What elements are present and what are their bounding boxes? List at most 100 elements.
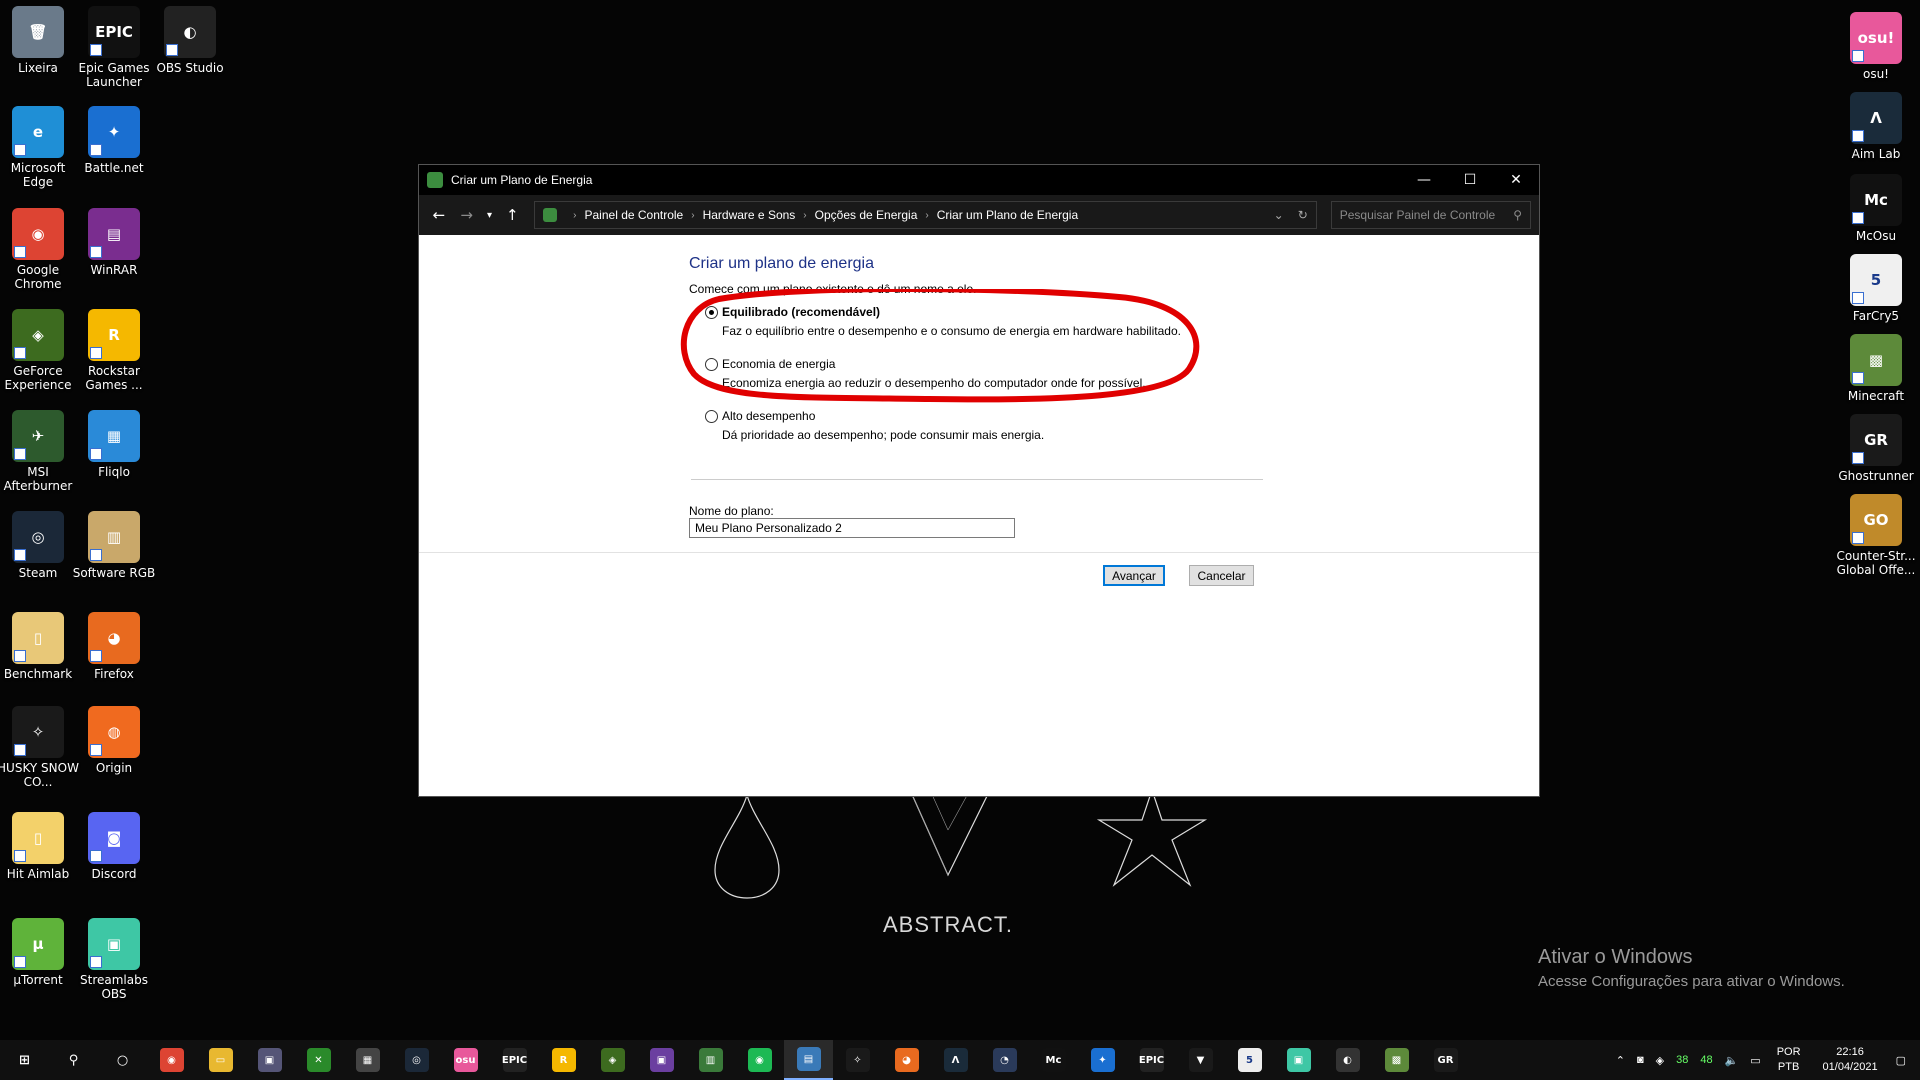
taskbar-photos-button[interactable]: ▣	[245, 1040, 294, 1080]
desktop-icon-streamlabs-obs[interactable]: ▣ Streamlabs OBS	[70, 918, 158, 1001]
breadcrumb-hardware-e-sons[interactable]: Hardware e Sons	[703, 208, 796, 222]
shortcut-arrow-icon	[14, 246, 26, 258]
gpu-temp-readout[interactable]: 38	[1676, 1054, 1688, 1066]
desktop-icon-battle-net[interactable]: ✦ Battle.net	[70, 106, 158, 175]
desktop-icon-firefox[interactable]: ◕ Firefox	[70, 612, 158, 681]
close-icon[interactable]: ✕	[1493, 165, 1539, 195]
desktop-icon-label: Minecraft	[1847, 389, 1905, 403]
taskbar-app-dial-button[interactable]: ◔	[980, 1040, 1029, 1080]
refresh-icon[interactable]: ↻	[1298, 208, 1308, 222]
taskbar-app-green-button[interactable]: ▥	[686, 1040, 735, 1080]
taskbar-razer-button[interactable]: ▼	[1176, 1040, 1225, 1080]
taskbar-farcry5-button[interactable]: 5	[1225, 1040, 1274, 1080]
desktop-icon-label: Origin	[95, 761, 133, 775]
option-description: Dá prioridade ao desempenho; pode consum…	[722, 428, 1045, 442]
msi-afterburner-icon: ✈	[12, 410, 64, 462]
taskbar-streamlabs-button[interactable]: ▣	[1274, 1040, 1323, 1080]
shortcut-arrow-icon	[90, 44, 102, 56]
taskbar-rockstar-button[interactable]: R	[539, 1040, 588, 1080]
up-arrow-icon[interactable]: ↑	[500, 203, 524, 227]
hit-aimlab-icon: ▯	[12, 812, 64, 864]
taskbar-file-explorer-button[interactable]: ▭	[196, 1040, 245, 1080]
shortcut-arrow-icon	[166, 44, 178, 56]
taskbar-mcosu-button[interactable]: Mc	[1029, 1040, 1078, 1080]
back-arrow-icon[interactable]: ←	[427, 203, 451, 227]
file-explorer-icon: ▭	[208, 1048, 233, 1072]
shortcut-arrow-icon	[1852, 452, 1864, 464]
store-icon: ▦	[355, 1048, 380, 1072]
desktop-icon-winrar[interactable]: ▤ WinRAR	[70, 208, 158, 277]
desktop-icon-minecraft[interactable]: ▩ Minecraft	[1832, 334, 1920, 403]
desktop-icon-epic-games-launcher[interactable]: EPIC Epic Games Launcher	[70, 6, 158, 89]
desktop-icon-obs-studio[interactable]: ◐ OBS Studio	[146, 6, 234, 75]
taskbar-aimlab-button[interactable]: Λ	[931, 1040, 980, 1080]
desktop-icon-fliqlo[interactable]: ▦ Fliqlo	[70, 410, 158, 479]
desktop-icon-farcry5[interactable]: 5 FarCry5	[1832, 254, 1920, 323]
taskbar-ghostrunner-button[interactable]: GR	[1421, 1040, 1470, 1080]
navigation-bar: ← → ▾ ↑ › Painel de Controle › Hardware …	[419, 195, 1539, 235]
taskbar-xbox-button[interactable]: ✕	[294, 1040, 343, 1080]
forward-arrow-icon[interactable]: →	[455, 203, 479, 227]
language-indicator[interactable]: POR PTB	[1777, 1045, 1801, 1075]
create-power-plan-window: Criar um Plano de Energia — ☐ ✕ ← → ▾ ↑ …	[418, 164, 1540, 797]
taskbar-chrome-button[interactable]: ◉	[147, 1040, 196, 1080]
desktop-icon-osu[interactable]: osu! osu!	[1832, 12, 1920, 81]
taskbar-epic-button[interactable]: EPIC	[490, 1040, 539, 1080]
start-windows-icon[interactable]: ⊞	[0, 1040, 49, 1080]
search-icon: ⚲	[1513, 208, 1522, 222]
taskbar-firefox-button[interactable]: ◕	[882, 1040, 931, 1080]
cancel-button[interactable]: Cancelar	[1189, 565, 1254, 586]
taskbar-app-purple-button[interactable]: ▣	[637, 1040, 686, 1080]
minimize-icon[interactable]: —	[1401, 165, 1447, 195]
desktop-icon-label: Streamlabs OBS	[80, 973, 148, 1001]
counter-str-global-offe-icon: GO	[1850, 494, 1902, 546]
taskbar-battlenet-button[interactable]: ✦	[1078, 1040, 1127, 1080]
desktop-icon-rockstar-games[interactable]: R Rockstar Games ...	[70, 309, 158, 392]
desktop-icon-counter-str-global-offe[interactable]: GO Counter-Str... Global Offe...	[1832, 494, 1920, 577]
desktop-icon-label: Ghostrunner	[1838, 469, 1914, 483]
taskbar-spotify-button[interactable]: ◉	[735, 1040, 784, 1080]
aimlab-icon: Λ	[943, 1048, 968, 1072]
system-tray: ⌃ ◙ ◈ 38 48 🔈 ▭ POR PTB 22:16 01/04/2021…	[1610, 1040, 1920, 1080]
recent-locations-chevron-icon[interactable]: ▾	[483, 203, 497, 227]
notification-icon[interactable]: ▢	[1896, 1054, 1906, 1067]
clock[interactable]: 22:16 01/04/2021	[1823, 1045, 1878, 1075]
streamlabs-obs-icon: ▣	[88, 918, 140, 970]
next-button[interactable]: Avançar	[1103, 565, 1165, 586]
taskbar-osu-button[interactable]: osu	[441, 1040, 490, 1080]
search-icon[interactable]: ⚲	[49, 1040, 98, 1080]
desktop-icon-software-rgb[interactable]: ▥ Software RGB	[70, 511, 158, 580]
breadcrumb-painel-de-controle[interactable]: Painel de Controle	[585, 208, 684, 222]
taskbar-husky-button[interactable]: ✧	[833, 1040, 882, 1080]
breadcrumb-criar-plano[interactable]: Criar um Plano de Energia	[937, 208, 1078, 222]
taskbar-store-button[interactable]: ▦	[343, 1040, 392, 1080]
plan-name-input[interactable]	[689, 518, 1015, 538]
taskbar-control-panel-button[interactable]: ▤	[784, 1040, 833, 1080]
network-icon[interactable]: ▭	[1750, 1054, 1760, 1067]
desktop-icon-discord[interactable]: ◙ Discord	[70, 812, 158, 881]
taskbar-obs-button[interactable]: ◐	[1323, 1040, 1372, 1080]
tray-overflow-chevron-icon[interactable]: ⌃	[1616, 1054, 1625, 1067]
desktop-icon-mcosu[interactable]: Mc McOsu	[1832, 174, 1920, 243]
cpu-temp-readout[interactable]: 48	[1700, 1054, 1712, 1066]
breadcrumb-opcoes-de-energia[interactable]: Opções de Energia	[815, 208, 918, 222]
taskbar-steam-button[interactable]: ◎	[392, 1040, 441, 1080]
rockstar-icon: R	[551, 1048, 576, 1072]
desktop-icon-ghostrunner[interactable]: GR Ghostrunner	[1832, 414, 1920, 483]
nvidia-tray-icon[interactable]: ◈	[1656, 1054, 1664, 1067]
taskbar-minecraft-button[interactable]: ▩	[1372, 1040, 1421, 1080]
cortana-circle-icon[interactable]: ○	[98, 1040, 147, 1080]
taskbar-nvidia-button[interactable]: ◈	[588, 1040, 637, 1080]
desktop-icon-aim-lab[interactable]: Λ Aim Lab	[1832, 92, 1920, 161]
maximize-icon[interactable]: ☐	[1447, 165, 1493, 195]
desktop-icon-origin[interactable]: ◍ Origin	[70, 706, 158, 775]
address-bar[interactable]: › Painel de Controle › Hardware e Sons ›…	[534, 201, 1317, 229]
discord-tray-icon[interactable]: ◙	[1637, 1054, 1644, 1066]
volume-icon[interactable]: 🔈	[1725, 1054, 1739, 1067]
search-box[interactable]: Pesquisar Painel de Controle ⚲	[1330, 201, 1531, 229]
title-bar[interactable]: Criar um Plano de Energia — ☐ ✕	[419, 165, 1539, 195]
taskbar-epic-2-button[interactable]: EPIC	[1127, 1040, 1176, 1080]
address-dropdown-icon[interactable]: ⌄	[1274, 208, 1284, 222]
option-label[interactable]: Alto desempenho	[722, 409, 815, 423]
radio-alto-desempenho[interactable]	[705, 410, 718, 423]
